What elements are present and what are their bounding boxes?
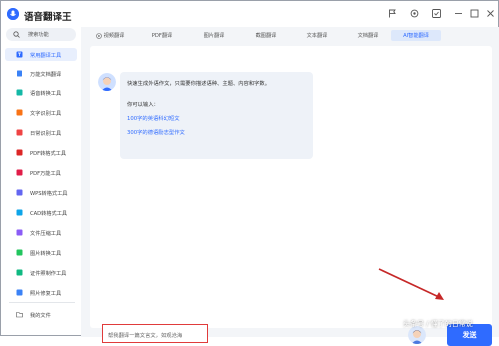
app-window: 语音翻译王 搜索功能 常用翻译工具 万能文档翻译 语音转换工具 文字识别工具 日… <box>0 0 499 346</box>
watermark-text: 头条号 / 懂了的日常说 <box>403 320 473 328</box>
annotation-arrow <box>378 268 444 300</box>
